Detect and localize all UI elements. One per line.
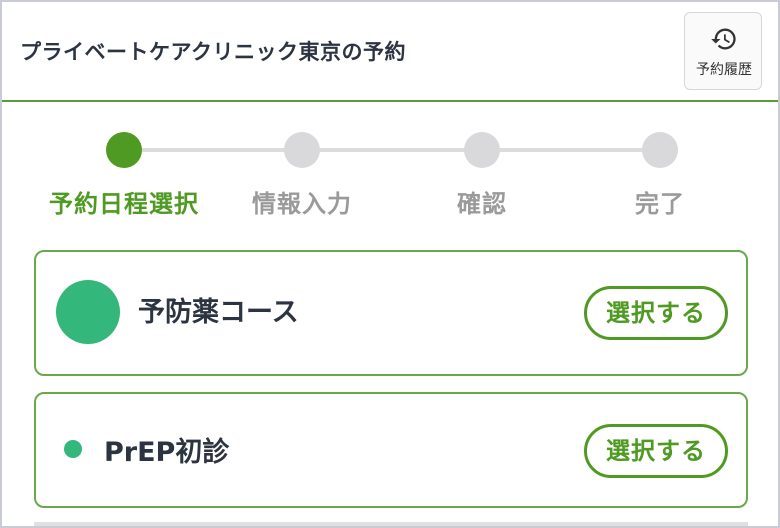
course-dot-icon — [64, 440, 82, 458]
step-dot-schedule — [106, 132, 142, 168]
step-label-schedule: 予約日程選択 — [49, 190, 199, 218]
course-name: 予防薬コース — [138, 297, 299, 328]
course-card-prevention: 予防薬コース 選択する — [34, 250, 748, 376]
list-divider — [34, 522, 748, 526]
reservation-screen: プライベートケアクリニック東京の予約 予約履歴 予約日程選択 情報入力 確認 完… — [0, 0, 780, 528]
select-course-button[interactable]: 選択する — [584, 286, 728, 340]
stepper-track — [124, 148, 662, 152]
reservation-history-label: 予約履歴 — [696, 62, 752, 78]
step-dot-info — [284, 132, 320, 168]
select-course-button[interactable]: 選択する — [584, 424, 728, 478]
step-dot-confirm — [464, 132, 500, 168]
step-dot-complete — [642, 132, 678, 168]
step-label-confirm: 確認 — [457, 190, 507, 218]
step-label-info: 情報入力 — [252, 190, 352, 218]
course-dot-icon — [56, 280, 120, 344]
page-header: プライベートケアクリニック東京の予約 予約履歴 — [2, 2, 778, 102]
history-icon — [711, 28, 736, 50]
page-title: プライベートケアクリニック東京の予約 — [20, 40, 406, 64]
course-card-prep-initial: PrEP初診 選択する — [34, 392, 748, 508]
progress-stepper: 予約日程選択 情報入力 確認 完了 — [2, 102, 778, 232]
step-label-complete: 完了 — [635, 190, 685, 218]
course-name: PrEP初診 — [104, 437, 230, 468]
reservation-history-button[interactable]: 予約履歴 — [684, 12, 762, 90]
